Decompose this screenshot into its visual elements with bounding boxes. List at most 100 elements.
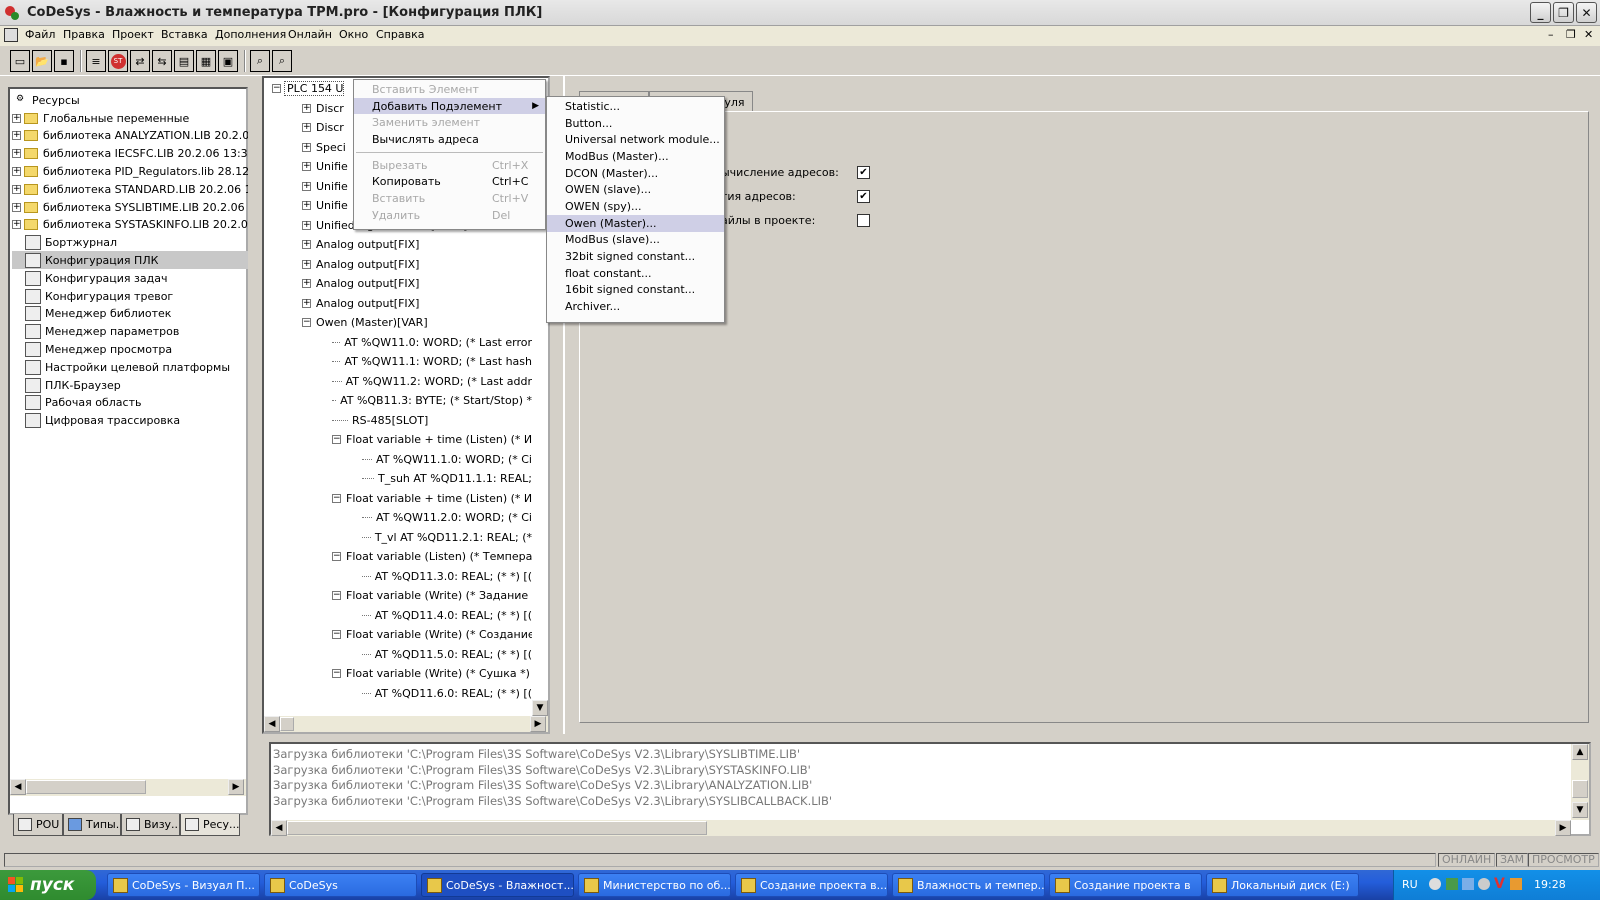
expand-icon[interactable]: + [302,123,311,133]
plc-tree-row[interactable]: − Float variable (Listen) (* Температ [268,547,532,567]
expand-icon[interactable]: + [302,181,311,191]
plc-tree-row[interactable]: − Float variable + time (Listen) (* Изм [268,430,532,450]
message-hscrollbar[interactable]: ◀ ▶ [271,820,1571,836]
open-button[interactable]: 📂 [32,50,52,72]
tray-antivirus-icon[interactable]: V [1494,876,1505,892]
expand-icon[interactable]: + [302,240,311,250]
build-button[interactable]: ≡ [86,50,106,72]
plc-tree-row[interactable]: AT %QD11.4.0: REAL; (* *) [( [268,606,532,626]
resource-item[interactable]: Конфигурация задач [12,269,248,287]
scroll-left-icon[interactable]: ◀ [264,716,280,732]
expand-icon[interactable]: + [302,220,311,230]
submenu-item[interactable]: Owen (Master)... [547,214,724,232]
plc-tree-row[interactable]: AT %QW11.1: WORD; (* Last hash [268,352,532,372]
plc-tree-row[interactable]: AT %QD11.3.0: REAL; (* *) [( [268,567,532,587]
context-menu-item[interactable]: Копировать Ctrl+C [354,173,545,190]
plc-tree-row[interactable]: AT %QW11.2.0: WORD; (* Ci [268,508,532,528]
menu-insert[interactable]: Вставка [161,28,208,41]
expand-icon[interactable]: + [12,113,21,123]
plc-tree-row[interactable]: − Float variable (Write) (* Задание ус [268,586,532,606]
taskbar-button[interactable]: CoDeSys [264,873,417,897]
resource-item[interactable]: + библиотека PID_Regulators.lib 28.12.06 [12,162,248,180]
scroll-down-icon[interactable]: ▼ [1572,802,1588,818]
mdi-minimize-icon[interactable]: – [1548,28,1554,41]
replace-button[interactable]: ⌕ [272,50,292,72]
scroll-left-icon[interactable]: ◀ [271,820,287,836]
resources-hscrollbar[interactable]: ◀ ▶ [10,779,246,796]
plc-tree-row[interactable]: RS-485[SLOT] [268,411,532,431]
resource-item[interactable]: Конфигурация ПЛК [12,251,248,270]
collapse-icon[interactable]: − [332,630,341,640]
taskbar-button[interactable]: CoDeSys - Влажност... [421,873,574,897]
plc-tree-row[interactable]: + Analog output[FIX] [268,274,532,294]
save-button[interactable]: ▪ [54,50,74,72]
expand-icon[interactable]: + [12,202,21,212]
resource-item[interactable]: Менеджер просмотра [12,340,248,358]
step-button[interactable]: ▤ [174,50,194,72]
expand-icon[interactable]: + [302,259,311,269]
new-button[interactable]: ▭ [10,50,30,72]
expand-icon[interactable]: + [302,279,311,289]
expand-icon[interactable]: + [12,166,21,176]
taskbar-button[interactable]: CoDeSys - Визуал П... [107,873,260,897]
submenu-item[interactable]: Universal network module... [547,131,724,148]
plc-tree-row[interactable]: T_suh AT %QD11.1.1: REAL; [268,469,532,489]
collapse-icon[interactable]: − [332,669,341,679]
print-button[interactable]: ▣ [218,50,238,72]
taskbar-button[interactable]: Министерство по об... [578,873,731,897]
stop-button[interactable]: ST [108,50,128,72]
plc-tree-row[interactable]: T_vl AT %QD11.2.1: REAL; (* [268,528,532,548]
plc-tree-row[interactable]: − Float variable (Write) (* Сушка *) [V [268,664,532,684]
mdi-restore-icon[interactable]: ❐ [1566,28,1576,41]
expand-icon[interactable]: + [12,184,21,194]
plc-tree-row[interactable]: + Analog output[FIX] [268,255,532,275]
plc-tree-row[interactable]: − Float variable (Write) (* Создание в [268,625,532,645]
collapse-icon[interactable]: − [332,435,341,445]
resource-item[interactable]: Конфигурация тревог [12,287,248,305]
plc-tree-row[interactable]: − Owen (Master)[VAR] [268,313,532,333]
tab-types[interactable]: Типы... [63,814,121,836]
tray-arrow-icon[interactable] [1429,878,1441,890]
menu-window[interactable]: Окно [339,28,368,41]
collapse-icon[interactable]: − [332,552,341,562]
submenu-item[interactable]: Button... [547,115,724,132]
expand-icon[interactable]: + [302,298,311,308]
submenu-item[interactable]: OWEN (slave)... [547,181,724,198]
collapse-icon[interactable]: − [332,493,341,503]
submenu-item[interactable]: Archiver... [547,298,724,315]
tab-visualization[interactable]: Визу... [121,814,180,836]
scroll-thumb[interactable] [26,780,146,794]
menu-help[interactable]: Справка [376,28,424,41]
menu-online[interactable]: Онлайн [288,28,332,41]
language-indicator[interactable]: RU [1402,878,1418,891]
resource-item[interactable]: + библиотека SYSLIBTIME.LIB 20.2.06 1 [12,198,248,216]
menu-project[interactable]: Проект [112,28,154,41]
submenu-item[interactable]: ModBus (Master)... [547,148,724,165]
plc-tree-row[interactable]: + Analog output[FIX] [268,235,532,255]
expand-icon[interactable]: + [302,103,311,113]
expand-icon[interactable]: + [302,142,311,152]
plc-tree-row[interactable]: AT %QD11.6.0: REAL; (* *) [( [268,684,532,704]
submenu-item[interactable]: ModBus (slave)... [547,232,724,249]
plc-tree-row[interactable]: AT %QW11.2: WORD; (* Last addr [268,372,532,392]
scroll-right-icon[interactable]: ▶ [228,779,244,795]
scroll-up-icon[interactable]: ▲ [1572,744,1588,760]
submenu-item[interactable]: DCON (Master)... [547,165,724,182]
resource-item[interactable]: + библиотека SYSTASKINFO.LIB 20.2.06 [12,216,248,234]
option-overlap-checkbox[interactable]: ✔ [857,190,870,203]
mdi-close-icon[interactable]: ✕ [1584,28,1593,41]
context-menu-item[interactable]: Вычислять адреса [354,131,545,148]
plc-tree-hscrollbar[interactable]: ◀ ▶ [264,716,548,732]
resources-root[interactable]: ⚙ Ресурсы [12,91,248,109]
resource-item[interactable]: Цифровая трассировка [12,412,248,430]
plc-tree-row[interactable]: − Float variable + time (Listen) (* Изм [268,489,532,509]
scroll-left-icon[interactable]: ◀ [10,779,26,795]
submenu-item[interactable]: 32bit signed constant... [547,248,724,265]
minimize-button[interactable]: _ [1530,2,1551,23]
menu-extras[interactable]: Дополнения [215,28,286,41]
submenu-item[interactable]: Statistic... [547,98,724,115]
menu-edit[interactable]: Правка [63,28,105,41]
resource-item[interactable]: + библиотека ANALYZATION.LIB 20.2.06 [12,127,248,145]
resource-item[interactable]: Рабочая область [12,394,248,412]
expand-icon[interactable]: + [302,162,311,172]
